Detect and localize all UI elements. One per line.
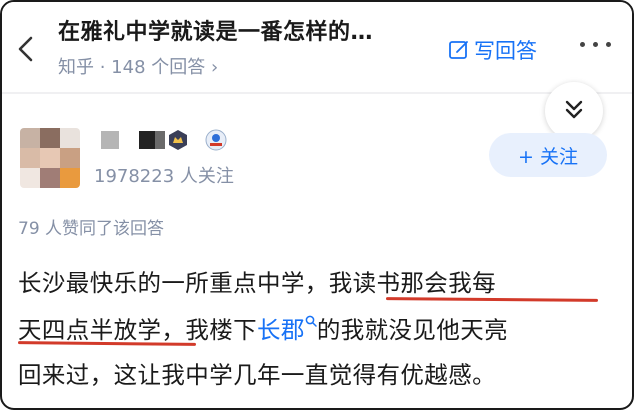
follow-button[interactable]: + 关注 xyxy=(489,133,607,177)
question-title[interactable]: 在雅礼中学就读是一番怎样的… xyxy=(58,14,373,46)
chevron-right-icon: › xyxy=(210,57,219,78)
question-meta[interactable]: 知乎 · 148 个回答 › xyxy=(58,53,218,79)
header-divider xyxy=(2,92,632,94)
author-followers: 1978223 人关注 xyxy=(94,166,234,187)
search-icon xyxy=(305,315,317,327)
answer-line-2: 天四点半放学，我楼下长郡 的我就没见他天亮 xyxy=(18,311,508,345)
meta-text: 知乎 · 148 个回答 xyxy=(58,57,206,78)
top-bar: 在雅礼中学就读是一番怎样的… 知乎 · 148 个回答 › 写回答 xyxy=(2,2,632,94)
more-dots-icon[interactable] xyxy=(580,42,614,52)
answer-text: 长沙最快乐的一所重点中学， xyxy=(18,269,329,297)
answer-highlight: 我读书那会我每 xyxy=(328,269,497,297)
answer-text: 我楼下 xyxy=(185,316,258,344)
like-count: 79 人赞同了该回答 xyxy=(18,219,165,239)
write-answer-label: 写回答 xyxy=(474,39,537,63)
write-answer-button[interactable]: 写回答 xyxy=(448,35,537,65)
answer-text: 的我就没见他天亮 xyxy=(316,316,509,344)
emblem-icon xyxy=(205,129,227,151)
keyword-link-label: 长郡 xyxy=(257,316,305,344)
expand-button[interactable] xyxy=(545,82,603,140)
answer-page: 在雅礼中学就读是一番怎样的… 知乎 · 148 个回答 › 写回答 197822… xyxy=(0,0,634,410)
answer-highlight: 天四点半放学， xyxy=(18,316,186,344)
answer-line-3: 回来过，这让我中学几年一直觉得有优越感。 xyxy=(18,361,496,389)
chevron-left-icon[interactable] xyxy=(16,36,36,62)
red-underline-2 xyxy=(17,341,197,346)
red-underline-1 xyxy=(385,297,599,302)
double-chevron-down-icon xyxy=(565,100,583,119)
avatar[interactable] xyxy=(20,128,80,188)
keyword-link[interactable]: 长郡 xyxy=(257,315,317,344)
badge-icon xyxy=(169,130,187,150)
edit-icon xyxy=(449,41,468,59)
answer-line-1: 长沙最快乐的一所重点中学，我读书那会我每 xyxy=(18,264,496,298)
